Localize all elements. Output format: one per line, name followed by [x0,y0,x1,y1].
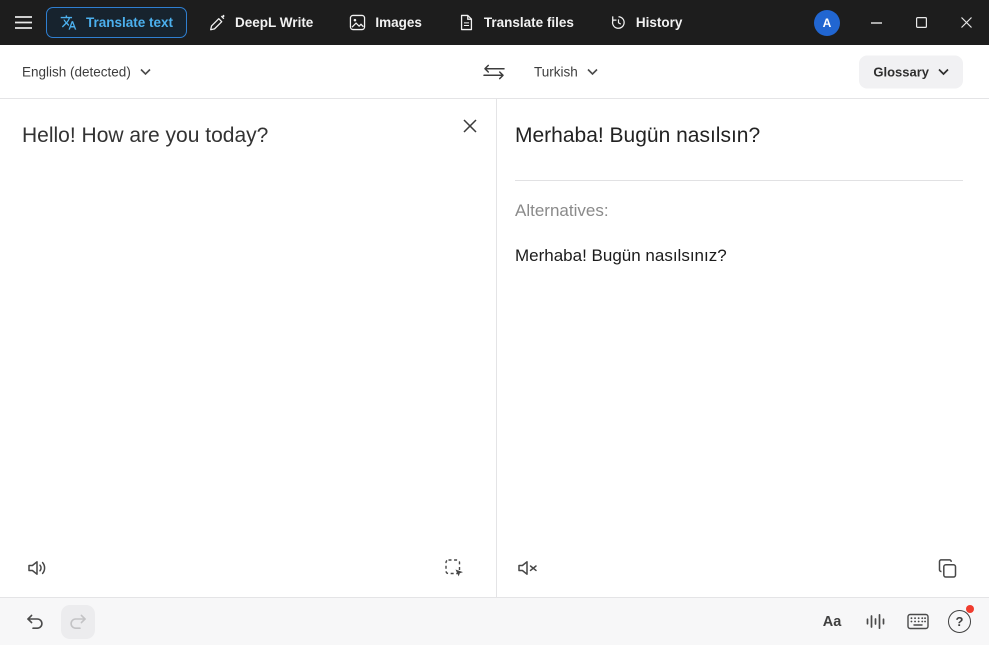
keyboard-button[interactable] [901,605,935,639]
glossary-label: Glossary [873,64,929,79]
avatar-letter: A [823,16,832,30]
close-icon [961,17,972,28]
document-icon [458,14,475,31]
voice-input-button[interactable] [858,605,892,639]
tab-label: DeepL Write [235,15,313,30]
clear-x-icon [463,119,477,133]
titlebar-right: A [814,0,989,45]
redo-icon [68,613,88,630]
tab-label: Translate files [484,15,574,30]
language-bar: English (detected) Turkish Glossary [0,45,989,99]
titlebar: Translate text DeepL Write Images Transl… [0,0,989,45]
tab-deepl-write[interactable]: DeepL Write [195,7,327,38]
alternatives-label: Alternatives: [515,201,963,221]
maximize-icon [916,17,927,28]
source-text-input[interactable]: Hello! How are you today? [0,99,496,149]
minimize-button[interactable] [854,0,899,45]
tab-translate-files[interactable]: Translate files [444,7,588,38]
source-language-selector[interactable]: English (detected) [22,64,151,79]
select-text-icon [444,558,465,579]
tab-label: Images [375,15,422,30]
history-icon [610,14,627,31]
deepl-app-window: Translate text DeepL Write Images Transl… [0,0,989,645]
translate-text-icon [60,14,77,31]
chevron-down-icon [587,68,598,75]
swap-languages-button[interactable] [478,56,510,88]
source-language-label: English (detected) [22,64,131,79]
tab-history[interactable]: History [596,7,697,38]
undo-icon [25,613,45,630]
keyboard-icon [907,613,929,630]
translated-text[interactable]: Merhaba! Bugün nasılsın? [515,122,963,149]
main-tabs: Translate text DeepL Write Images Transl… [46,0,696,45]
help-button[interactable]: ? [948,610,971,633]
minimize-icon [871,22,882,24]
notification-dot [966,605,974,613]
close-button[interactable] [944,0,989,45]
waveform-icon [866,613,885,630]
source-panel: Hello! How are you today? [0,99,497,597]
help-label: ? [956,614,964,629]
target-panel: Merhaba! Bugün nasılsın? Alternatives: M… [497,99,989,597]
translation-panels: Hello! How are you today? Merhaba! Bu [0,99,989,597]
alternative-item[interactable]: Merhaba! Bugün nasılsınız? [515,246,963,266]
chevron-down-icon [140,68,151,75]
font-size-button[interactable]: Aa [815,605,849,639]
glossary-button[interactable]: Glossary [859,55,963,88]
pen-sparkle-icon [209,14,226,31]
tab-label: Translate text [86,15,173,30]
tab-label: History [636,15,683,30]
tab-translate-text[interactable]: Translate text [46,7,187,38]
bottom-toolbar: Aa ? [0,597,989,645]
chevron-down-icon [938,68,949,75]
redo-button[interactable] [61,605,95,639]
select-text-button[interactable] [438,552,470,584]
hamburger-icon [15,16,32,29]
copy-translation-button[interactable] [931,552,963,584]
undo-button[interactable] [18,605,52,639]
account-avatar[interactable]: A [814,10,840,36]
target-language-selector[interactable]: Turkish [534,64,598,79]
font-size-label: Aa [823,614,842,630]
target-language-label: Turkish [534,64,578,79]
target-body: Merhaba! Bugün nasılsın? Alternatives: M… [497,99,989,266]
copy-icon [937,558,958,579]
speaker-icon [27,558,49,578]
listen-source-button[interactable] [22,552,54,584]
image-icon [349,14,366,31]
swap-arrows-icon [483,64,505,80]
bottom-toolbar-right: Aa ? [815,605,971,639]
clear-source-button[interactable] [456,112,484,140]
speaker-muted-icon [517,558,538,578]
maximize-button[interactable] [899,0,944,45]
tab-images[interactable]: Images [335,7,436,38]
menu-button[interactable] [0,0,46,45]
listen-target-button[interactable] [511,552,543,584]
alternatives-divider [515,180,963,181]
